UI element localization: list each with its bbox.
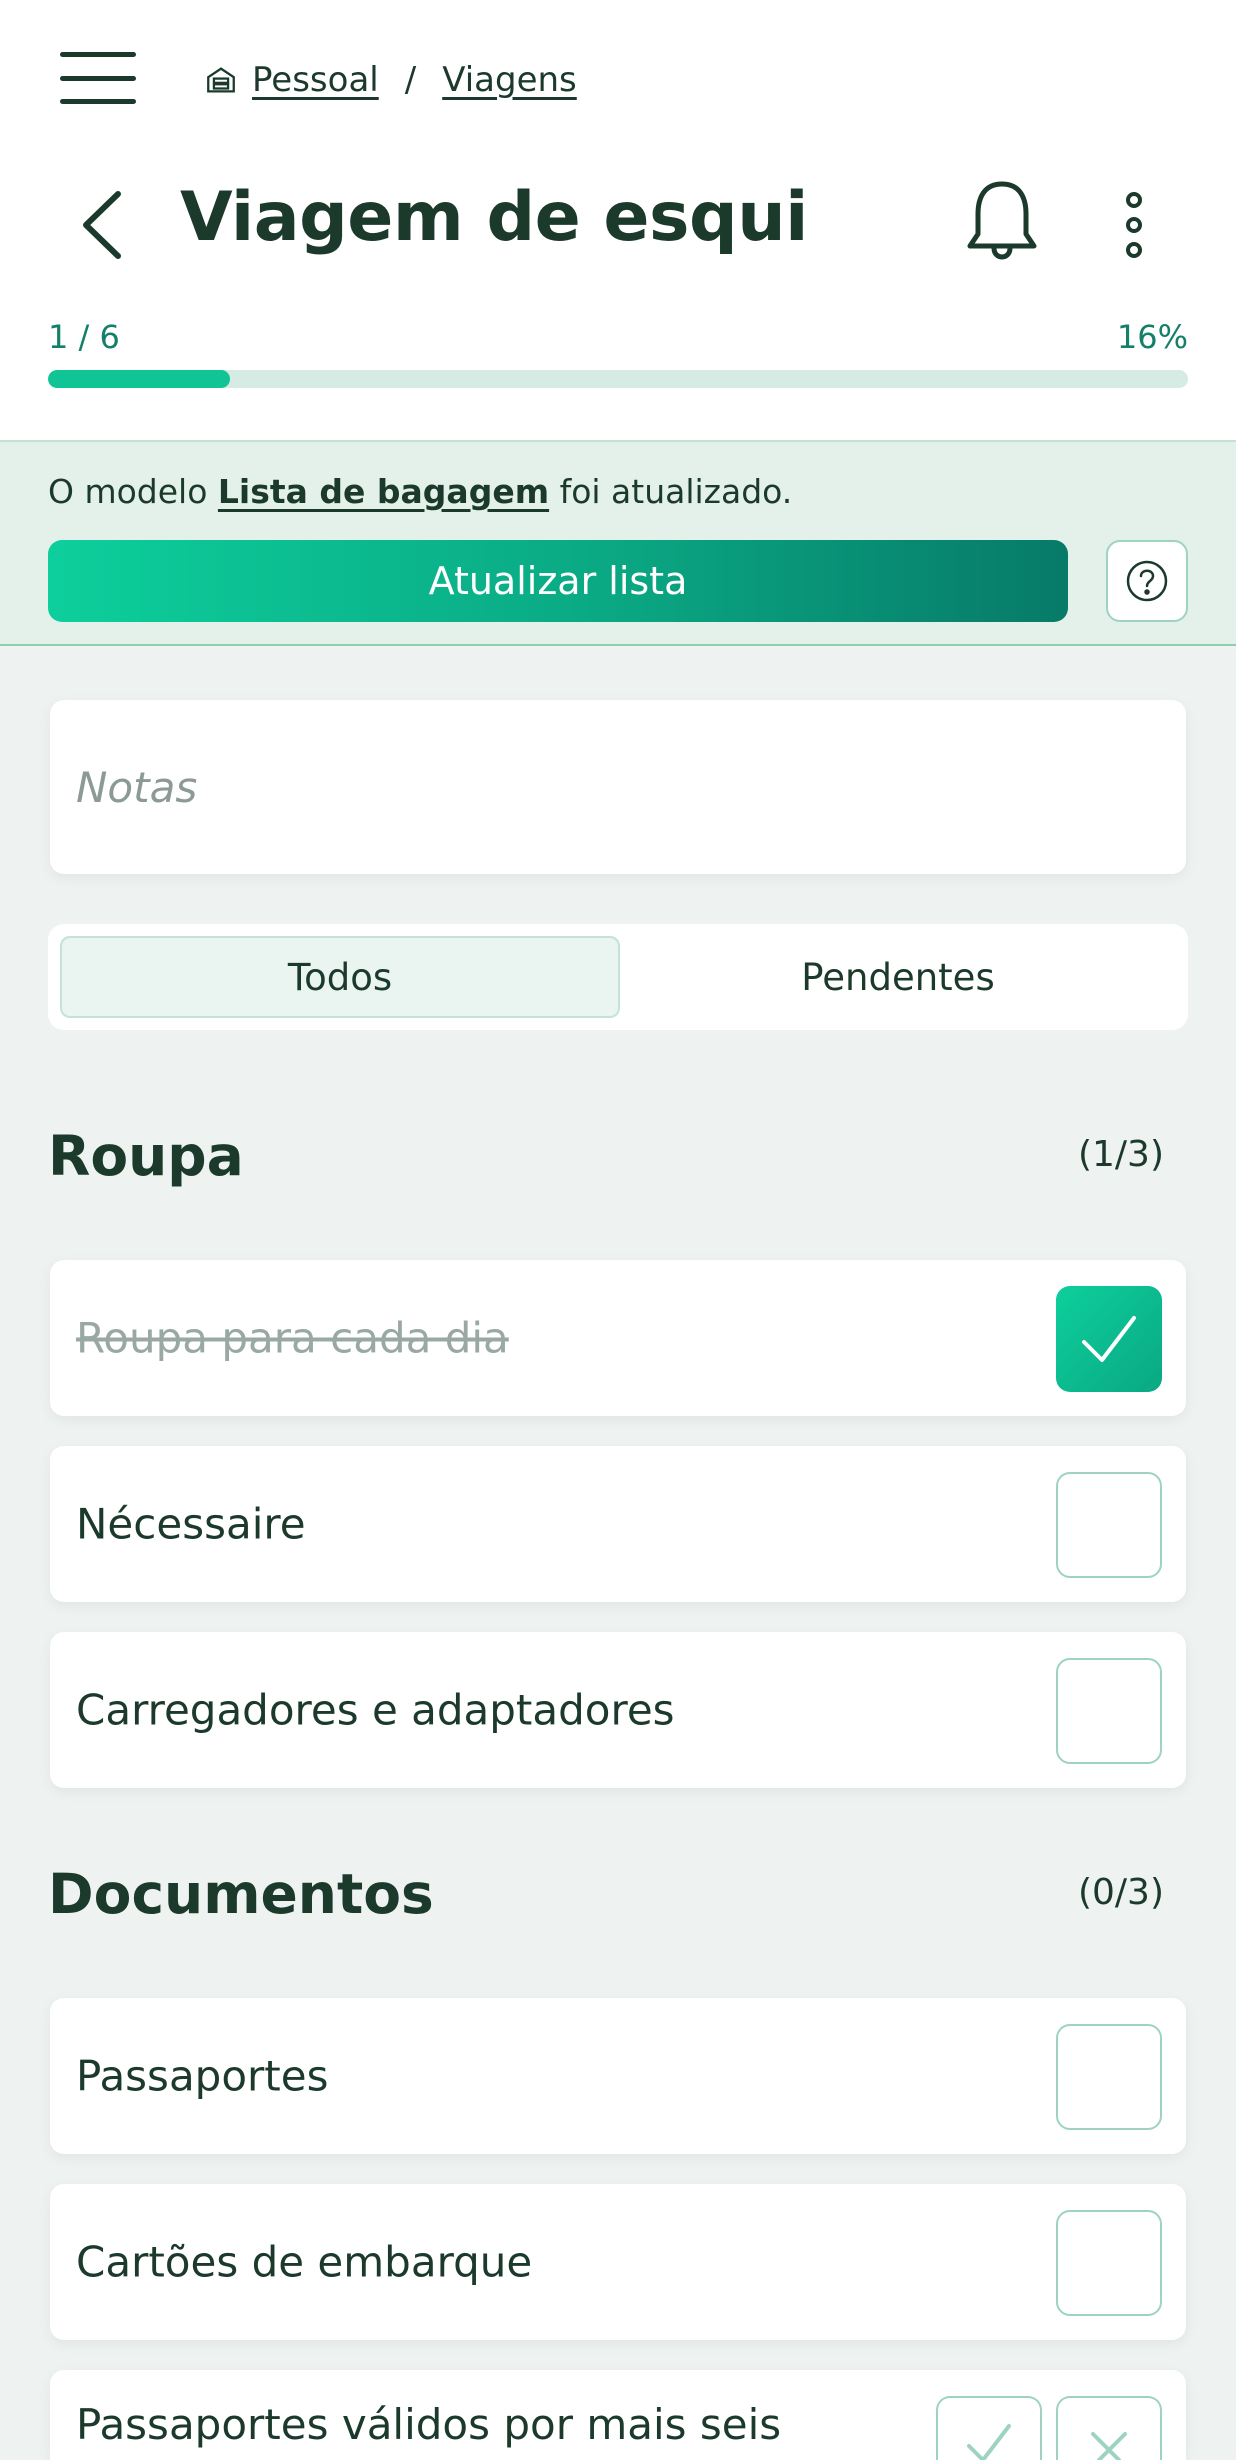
more-options-icon[interactable]	[1118, 190, 1150, 260]
page-title: Viagem de esqui	[180, 178, 808, 257]
close-icon	[1091, 2432, 1127, 2460]
list-item-label: Carregadores e adaptadores	[76, 1685, 675, 1735]
list-item-label: Passaportes válidos por mais seis	[76, 2400, 782, 2449]
template-link[interactable]: Lista de bagagem	[218, 472, 549, 511]
item-checkbox[interactable]	[1056, 1286, 1162, 1392]
section-count-documentos: (0/3)	[1077, 1872, 1164, 1913]
notes-input[interactable]	[50, 700, 1186, 874]
breadcrumb-separator: /	[404, 60, 417, 100]
question-icon	[1126, 560, 1168, 602]
list-item-label: Roupa para cada dia	[76, 1313, 509, 1363]
progress-bar-fill	[48, 370, 231, 388]
help-button[interactable]	[1106, 540, 1188, 622]
checkmark-icon	[967, 2424, 1011, 2460]
reject-button[interactable]	[1056, 2396, 1162, 2460]
list-item[interactable]: Passaportes	[50, 1998, 1186, 2154]
app-header: Pessoal / Viagens Viagem de esqui 1 / 6 …	[0, 0, 1236, 440]
progress-count: 1 / 6	[48, 318, 120, 356]
item-checkbox[interactable]	[1056, 1472, 1162, 1578]
list-item[interactable]: Carregadores e adaptadores	[50, 1632, 1186, 1788]
template-update-banner: O modelo Lista de bagagem foi atualizado…	[0, 440, 1236, 646]
checkmark-icon	[1082, 1316, 1136, 1362]
section-count-roupa: (1/3)	[1077, 1134, 1164, 1175]
progress-percent: 16%	[1116, 318, 1188, 356]
menu-button[interactable]	[60, 50, 140, 106]
breadcrumb-home-link[interactable]: Pessoal	[252, 60, 379, 100]
bell-icon[interactable]	[962, 176, 1042, 266]
breadcrumb-current-link[interactable]: Viagens	[442, 60, 577, 100]
confirm-button[interactable]	[936, 2396, 1042, 2460]
item-checkbox[interactable]	[1056, 2024, 1162, 2130]
hamburger-line	[60, 52, 136, 57]
home-icon	[207, 67, 235, 93]
banner-text-after: foi atualizado.	[549, 472, 793, 511]
list-item-label: Nécessaire	[76, 1499, 306, 1549]
list-item[interactable]: Passaportes válidos por mais seis	[50, 2370, 1186, 2460]
hamburger-line	[60, 75, 136, 81]
breadcrumb: Pessoal / Viagens	[204, 58, 577, 102]
list-item[interactable]: Cartões de embarque	[50, 2184, 1186, 2340]
progress-bar	[48, 370, 1188, 388]
banner-text-before: O modelo	[48, 472, 218, 511]
filter-tab-todos[interactable]: Todos	[60, 936, 620, 1018]
filter-tab-pendentes[interactable]: Pendentes	[620, 936, 1176, 1018]
banner-message: O modelo Lista de bagagem foi atualizado…	[48, 472, 792, 511]
section-title-roupa: Roupa	[48, 1124, 244, 1188]
back-arrow-icon[interactable]	[72, 180, 132, 270]
filter-segmented-control: Todos Pendentes	[48, 924, 1188, 1030]
list-item[interactable]: Nécessaire	[50, 1446, 1186, 1602]
hamburger-line	[60, 99, 136, 104]
list-item[interactable]: Roupa para cada dia	[50, 1260, 1186, 1416]
item-checkbox[interactable]	[1056, 2210, 1162, 2316]
update-list-button[interactable]: Atualizar lista	[48, 540, 1068, 622]
list-item-label: Passaportes	[76, 2051, 329, 2101]
list-item-label: Cartões de embarque	[76, 2237, 533, 2287]
section-title-documentos: Documentos	[48, 1862, 434, 1926]
item-checkbox[interactable]	[1056, 1658, 1162, 1764]
